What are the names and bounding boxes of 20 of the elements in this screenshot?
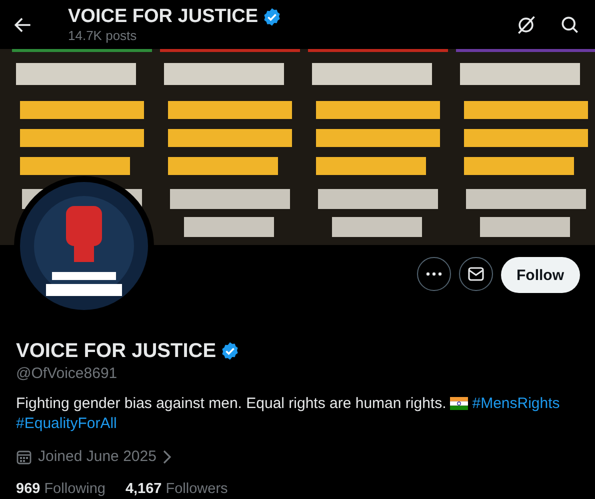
- profile-bio: Fighting gender bias against men. Equal rights are human rights. #MensRights #EqualityForAll: [16, 394, 561, 434]
- profile-name: VOICE FOR JUSTICE: [16, 339, 216, 363]
- stat-label[interactable]: Followers: [166, 481, 228, 497]
- profile-title: VOICE FOR JUSTICE: [68, 6, 258, 28]
- flag-icon: [450, 397, 468, 410]
- post-count: 14.7K posts: [68, 28, 138, 43]
- stat-count: 4,167: [125, 481, 162, 497]
- profile-handle: @OfVoice8691: [16, 365, 118, 382]
- follow-button[interactable]: Follow: [500, 257, 580, 293]
- envelope-icon: [468, 267, 484, 281]
- message-button[interactable]: [458, 257, 492, 291]
- chevron-right-icon[interactable]: [162, 450, 172, 464]
- hashtag-link[interactable]: #MensRights: [472, 395, 560, 412]
- more-button[interactable]: [416, 257, 450, 291]
- stat-count: 969: [16, 481, 40, 497]
- stat-label[interactable]: Following: [44, 481, 106, 497]
- hashtag-link[interactable]: #EqualityForAll: [16, 415, 117, 432]
- calendar-icon: [16, 448, 32, 464]
- join-date: Joined June 2025: [38, 448, 156, 465]
- more-icon: [426, 272, 442, 276]
